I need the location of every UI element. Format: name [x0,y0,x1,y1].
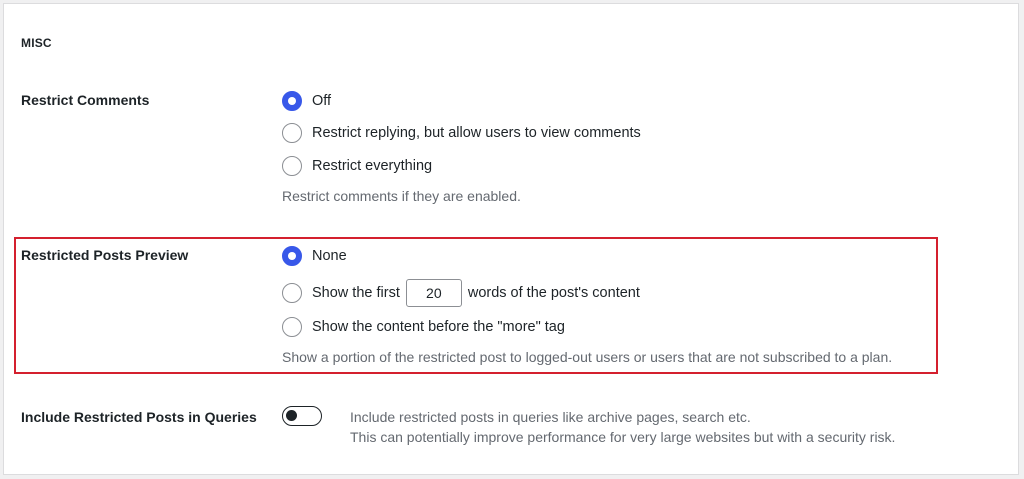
option-label: Restrict everything [312,158,433,174]
radio-button-checked[interactable] [282,246,302,266]
restrict-comments-description: Restrict comments if they are enabled. [282,188,521,204]
radio-button[interactable] [282,283,302,303]
include-in-queries-description-line2: This can potentially improve performance… [350,429,896,445]
option-label-before: Show the first [312,285,400,301]
option-label: None [312,248,347,264]
radio-button-checked[interactable] [282,91,302,111]
restricted-posts-preview-label: Restricted Posts Preview [21,247,189,263]
restrict-comments-label: Restrict Comments [21,92,150,108]
restrict-comments-option-off[interactable]: Off [282,89,331,113]
option-label-after: words of the post's content [467,285,640,301]
preview-option-none[interactable]: None [282,244,347,268]
word-count-input[interactable] [405,279,462,307]
restrict-comments-option-everything[interactable]: Restrict everything [282,154,432,178]
option-label: Show the content before the "more" tag [312,319,565,335]
preview-option-first-words[interactable]: Show the first words of the post's conte… [282,279,640,307]
include-in-queries-label: Include Restricted Posts in Queries [21,409,257,425]
include-in-queries-description-line1: Include restricted posts in queries like… [350,409,751,425]
toggle-knob [286,410,297,421]
include-in-queries-toggle[interactable] [282,406,322,426]
option-label: Restrict replying, but allow users to vi… [312,125,641,141]
preview-option-more-tag[interactable]: Show the content before the "more" tag [282,315,565,339]
radio-button[interactable] [282,123,302,143]
radio-button[interactable] [282,317,302,337]
section-title: MISC [21,36,52,50]
restrict-comments-option-replying[interactable]: Restrict replying, but allow users to vi… [282,121,641,145]
option-label: Off [312,93,332,109]
radio-button[interactable] [282,156,302,176]
restricted-posts-preview-description: Show a portion of the restricted post to… [282,349,893,365]
